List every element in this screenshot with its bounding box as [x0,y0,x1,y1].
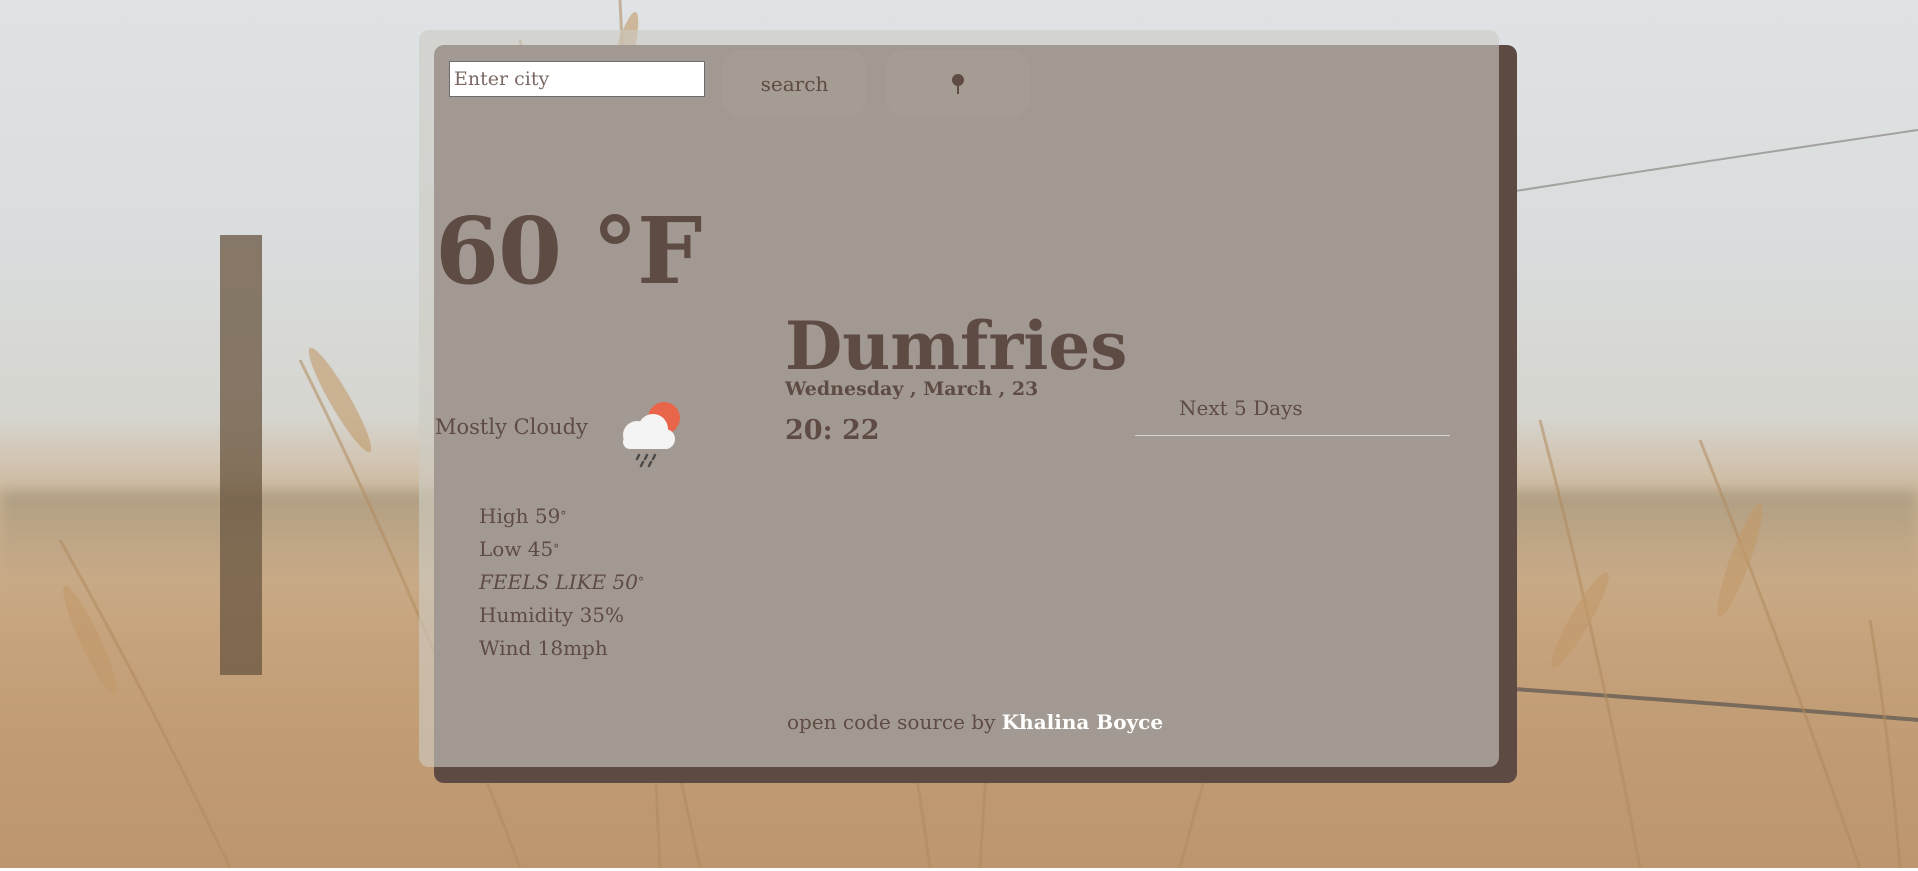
cloud-rain-sun-icon [623,402,680,468]
footer-prefix: open code source by [787,710,996,734]
city-name: Dumfries [785,307,1128,385]
current-time: 20: 22 [785,415,880,446]
author-link[interactable]: Khalina Boyce [1002,710,1163,734]
forecast-divider [1135,435,1450,436]
forecast-heading: Next 5 Days [1179,396,1303,420]
weather-condition: Mostly Cloudy [435,415,588,439]
footer-credit: open code source by Khalina Boyce [787,710,1163,734]
current-location-button[interactable] [885,50,1030,117]
current-date: Wednesday , March , 23 [785,378,1039,400]
wind-speed: Wind 18mph [479,636,608,660]
weather-details: High 59° Low 45° FEELS LIKE 50° Humidity… [479,500,644,665]
low-temperature: Low 45° [479,537,560,561]
weather-card: search 60 °F Mostly Cloudy High 59° Low … [419,30,1499,767]
high-temperature: High 59° [479,504,567,528]
search-button[interactable]: search [722,50,867,117]
current-temperature: 60 °F [435,197,702,305]
city-search-input[interactable] [449,61,705,97]
pin-icon [951,73,964,94]
humidity: Humidity 35% [479,603,625,627]
feels-like-temperature: FEELS LIKE 50° [479,570,644,594]
